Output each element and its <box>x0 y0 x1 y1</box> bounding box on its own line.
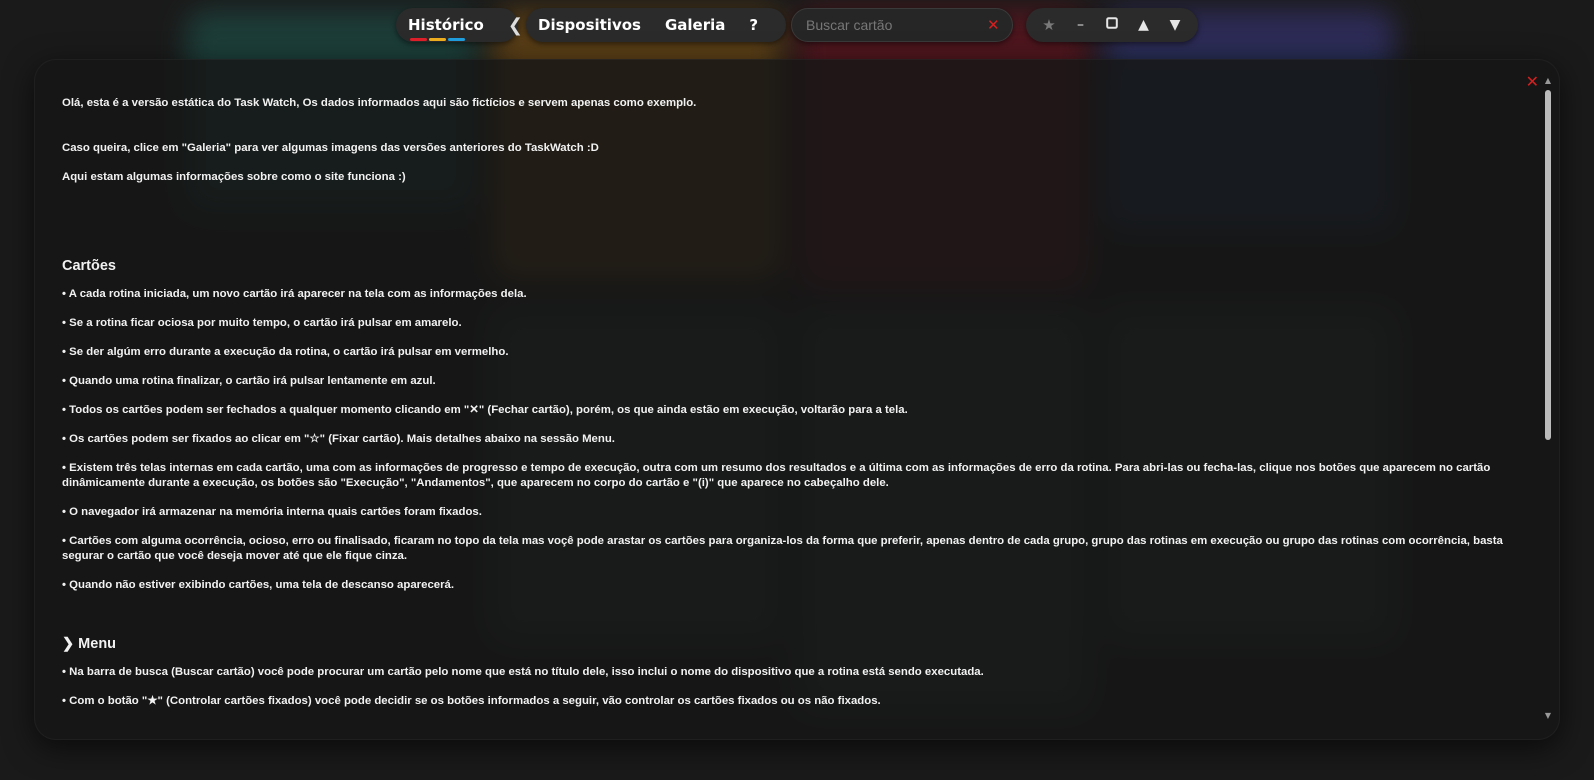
cards-list-item: • A cada rotina iniciada, um novo cartão… <box>62 288 527 300</box>
cards-list-item: • Os cartões podem ser fixados ao clicar… <box>62 433 615 445</box>
minimize-icon[interactable]: – <box>1068 17 1094 33</box>
cards-list-item: • Quando uma rotina finalizar, o cartão … <box>62 375 436 387</box>
arrow-down-icon[interactable]: ▼ <box>1162 17 1188 33</box>
cards-list-item: • Se a rotina ficar ociosa por muito tem… <box>62 317 462 329</box>
menu-list-item: • Na barra de busca (Buscar cartão) você… <box>62 666 984 678</box>
scroll-up-icon[interactable]: ▲ <box>1544 76 1552 85</box>
cards-heading: Cartões <box>62 258 116 274</box>
nav-galeria[interactable]: Galeria <box>665 16 725 34</box>
cards-list-item: • O navegador irá armazenar na memória i… <box>62 506 482 518</box>
nav-pill: Dispositivos Galeria ? <box>526 8 786 42</box>
history-pill: Histórico ❮ <box>396 8 523 42</box>
stripe-yellow <box>429 38 446 41</box>
history-tab[interactable]: Histórico <box>408 16 484 41</box>
cards-list-item: • Quando não estiver exibindo cartões, u… <box>62 579 455 591</box>
intro-text: Aqui estam algumas informações sobre com… <box>62 171 406 183</box>
stripe-blue <box>448 38 465 41</box>
cards-list-item: • Todos os cartões podem ser fechados a … <box>62 404 908 416</box>
modal-scrollbar[interactable]: ▲ ▼ <box>1544 76 1552 720</box>
intro-text: Olá, esta é a versão estática do Task Wa… <box>62 97 697 109</box>
arrow-up-icon[interactable]: ▲ <box>1131 17 1157 33</box>
stripe-red <box>410 38 427 41</box>
star-icon[interactable]: ★ <box>1036 16 1062 34</box>
history-color-stripes <box>410 38 465 41</box>
restore-icon[interactable] <box>1099 17 1125 33</box>
square-icon <box>1106 17 1118 29</box>
search-bar: ✕ <box>791 8 1013 42</box>
footer-blurred: ​ <box>412 746 1192 760</box>
menu-heading[interactable]: ❯ Menu <box>62 635 1518 653</box>
cards-list-item: • Se der algúm erro durante a execução d… <box>62 346 509 358</box>
card-controls: ★ – ▲ ▼ <box>1026 8 1198 42</box>
help-modal: ✕ ▲ ▼ Olá, esta é a versão estática do T… <box>34 59 1560 740</box>
cards-list-item: • Existem três telas internas em cada ca… <box>62 462 1491 489</box>
history-label: Histórico <box>408 16 484 34</box>
clear-search-icon[interactable]: ✕ <box>987 16 1000 34</box>
scroll-down-icon[interactable]: ▼ <box>1544 711 1552 720</box>
search-input[interactable] <box>806 17 987 33</box>
intro-text: Caso queira, clice em "Galeria" para ver… <box>62 142 599 154</box>
collapse-chevron-icon[interactable]: ❮ <box>508 15 523 36</box>
close-icon[interactable]: ✕ <box>1526 72 1539 91</box>
modal-content: Olá, esta é a versão estática do Task Wa… <box>62 96 1518 709</box>
help-button[interactable]: ? <box>749 16 758 34</box>
menu-list-item: • Com o botão "★" (Controlar cartões fix… <box>62 695 881 707</box>
nav-dispositivos[interactable]: Dispositivos <box>538 16 641 34</box>
scroll-thumb[interactable] <box>1545 90 1551 440</box>
cards-list-item: • Cartões com alguma ocorrência, ocioso,… <box>62 535 1503 562</box>
